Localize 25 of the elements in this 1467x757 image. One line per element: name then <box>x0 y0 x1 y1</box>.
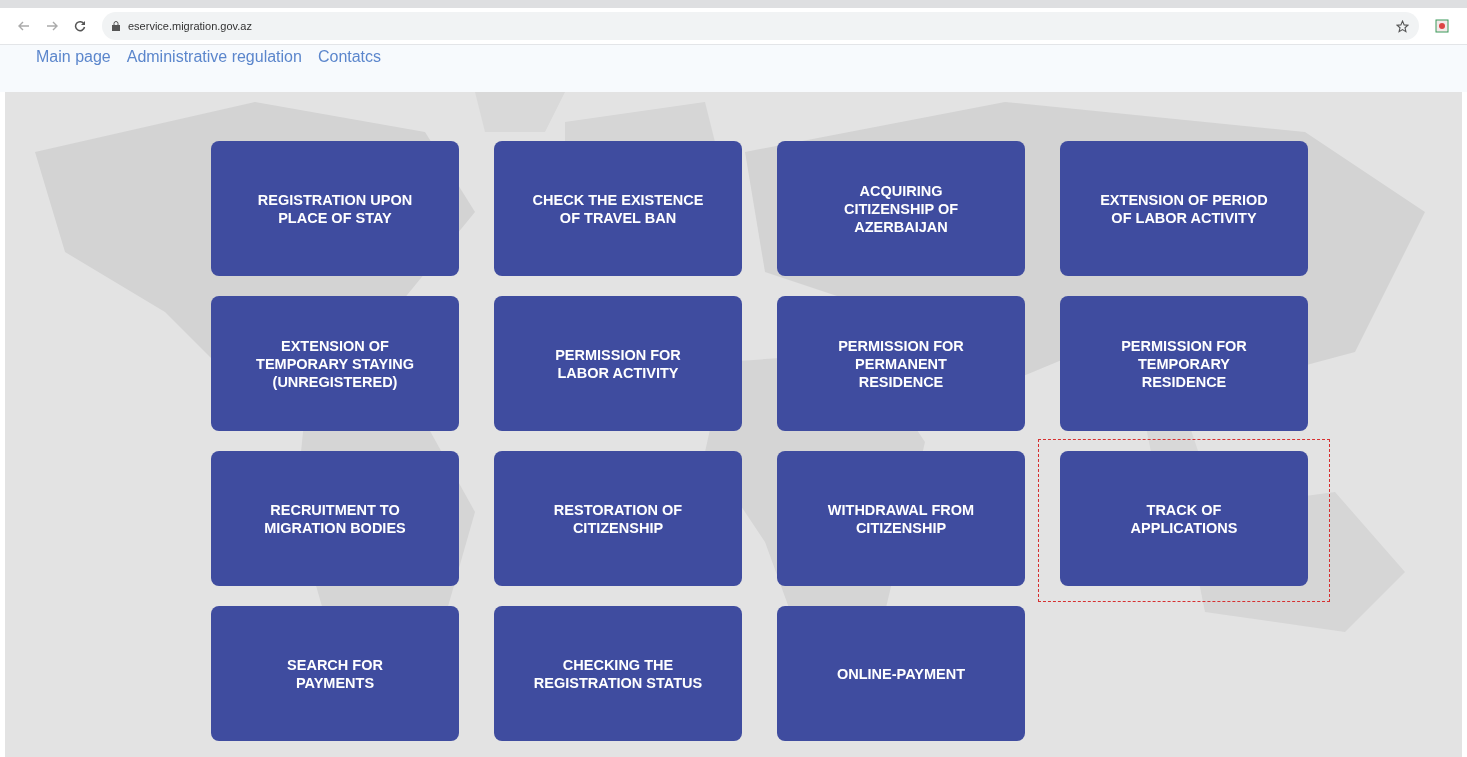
service-tile[interactable]: RECRUITMENT TO MIGRATION BODIES <box>211 451 459 586</box>
service-tile[interactable]: WITHDRAWAL FROM CITIZENSHIP <box>777 451 1025 586</box>
service-tile[interactable]: CHECKING THE REGISTRATION STATUS <box>494 606 742 741</box>
service-tile[interactable]: REGISTRATION UPON PLACE OF STAY <box>211 141 459 276</box>
nav-link[interactable]: Contatcs <box>317 49 382 65</box>
url-text[interactable]: eservice.migration.gov.az <box>128 17 252 35</box>
star-icon[interactable] <box>1396 19 1409 33</box>
service-tile[interactable]: ONLINE-PAYMENT <box>777 606 1025 741</box>
lock-icon <box>112 21 120 31</box>
service-tile[interactable]: EXTENSION OF PERIOD OF LABOR ACTIVITY <box>1060 141 1308 276</box>
service-tile[interactable]: PERMISSION FOR PERMANENT RESIDENCE <box>777 296 1025 431</box>
service-tile[interactable]: PERMISSION FOR LABOR ACTIVITY <box>494 296 742 431</box>
forward-icon[interactable] <box>46 21 58 31</box>
service-tile[interactable]: SEARCH FOR PAYMENTS <box>211 606 459 741</box>
nav-link[interactable]: Main page <box>36 49 111 65</box>
service-tile[interactable]: ACQUIRING CITIZENSHIP OF AZERBAIJAN <box>777 141 1025 276</box>
service-tile[interactable]: PERMISSION FOR TEMPORARY RESIDENCE <box>1060 296 1308 431</box>
service-tile[interactable]: EXTENSION OF TEMPORARY STAYING (UNREGISTERED) <box>211 296 459 431</box>
back-icon[interactable] <box>18 21 30 31</box>
service-tile[interactable]: CHECK THE EXISTENCE OF TRAVEL BAN <box>494 141 742 276</box>
reload-icon[interactable] <box>74 20 86 32</box>
service-tile[interactable]: RESTORATION OF CITIZENSHIP <box>494 451 742 586</box>
service-tile[interactable]: TRACK OF APPLICATIONS <box>1060 451 1308 586</box>
nav-link[interactable]: Administrative regulation <box>126 49 302 65</box>
extension-icon[interactable] <box>1435 19 1449 33</box>
